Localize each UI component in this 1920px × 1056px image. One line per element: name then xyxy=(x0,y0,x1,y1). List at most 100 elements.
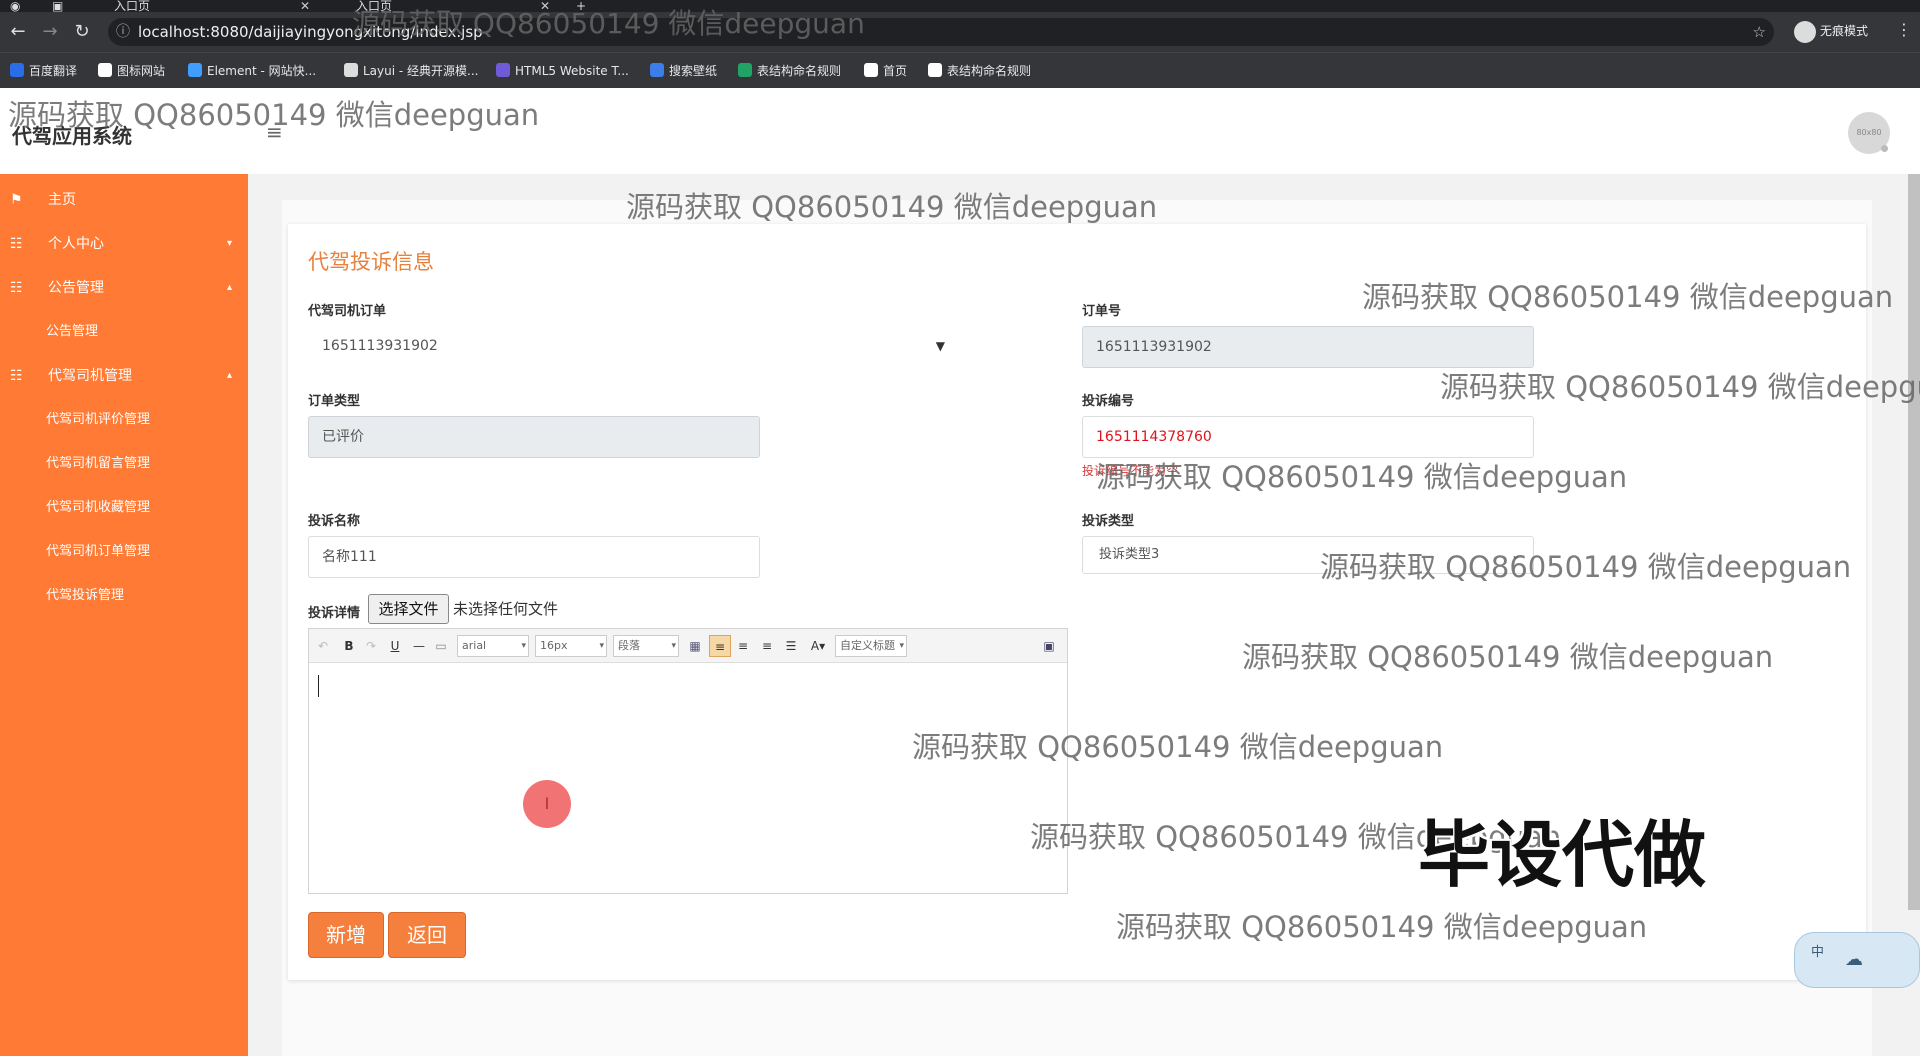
sidebar-item-label: 公告管理 xyxy=(48,280,104,296)
align-center-icon[interactable]: ≡ xyxy=(735,635,751,657)
align-left-icon[interactable]: ≡ xyxy=(709,635,731,657)
complaint-type-label: 投诉类型 xyxy=(1082,514,1135,529)
bookmark-favicon-icon xyxy=(344,63,358,77)
flag-icon: ⚑ xyxy=(10,192,23,208)
form-title: 代驾投诉信息 xyxy=(308,250,434,274)
incognito-label: 无痕模式 xyxy=(1820,24,1869,38)
detail-label: 投诉详情 xyxy=(308,606,361,621)
bookmark-label: 搜索壁纸 xyxy=(669,64,718,78)
bookmark-label: Element - 网站快... xyxy=(207,64,317,78)
browser-menu-icon[interactable]: ⋮ xyxy=(1896,20,1912,39)
tab-overview-icon[interactable]: ▣ xyxy=(52,0,70,12)
undo-icon[interactable]: ↶ xyxy=(315,635,331,657)
sidebar-item-notice-group[interactable]: ☷ 公告管理 ▴ xyxy=(0,266,248,310)
sidebar-subitem-notice[interactable]: 公告管理 xyxy=(0,310,248,354)
back-icon[interactable]: ← xyxy=(6,20,30,44)
align-right-icon[interactable]: ≡ xyxy=(759,635,775,657)
watermark: 源码获取 QQ86050149 微信deepguan xyxy=(1320,550,1852,584)
scrollbar[interactable] xyxy=(1908,174,1920,910)
sidebar-item-label: 代驾司机管理 xyxy=(48,368,132,384)
bookmark-item[interactable]: 表结构命名规则 xyxy=(928,62,1031,80)
driver-order-value: 1651113931902 xyxy=(322,338,438,354)
ime-widget[interactable]: 中 ☁ xyxy=(1794,932,1920,988)
sidebar-item-label: 代驾司机订单管理 xyxy=(46,544,151,559)
sidebar-subitem-driver-message[interactable]: 代驾司机留言管理 xyxy=(0,442,248,486)
incognito-indicator[interactable]: 无痕模式 xyxy=(1794,16,1868,46)
fullscreen-icon[interactable]: ▣ xyxy=(1041,635,1057,657)
bookmark-item[interactable]: 首页 xyxy=(864,62,907,80)
complaint-name-input[interactable]: 名称111 xyxy=(308,536,760,578)
bookmark-label: HTML5 Website T... xyxy=(515,64,629,78)
bookmark-label: 表结构命名规则 xyxy=(947,64,1032,78)
avatar[interactable]: 80x80 xyxy=(1848,112,1890,154)
align-justify-icon[interactable]: ☰ xyxy=(783,635,799,657)
sidebar-subitem-complaint[interactable]: 代驾投诉管理 xyxy=(0,574,248,618)
underline-icon[interactable]: U xyxy=(387,635,403,657)
close-tab-icon[interactable]: ✕ xyxy=(300,0,310,12)
order-no-value: 1651113931902 xyxy=(1096,339,1212,355)
bookmark-favicon-icon xyxy=(188,63,202,77)
complaint-type-value: 投诉类型3 xyxy=(1099,547,1160,562)
paragraph-select[interactable]: 段落 ▾ xyxy=(613,635,679,657)
bookmark-item[interactable]: Layui - 经典开源模... xyxy=(344,62,478,80)
bookmark-item[interactable]: 搜索壁纸 xyxy=(650,62,717,80)
promo-text: 毕设代做 xyxy=(1418,813,1707,897)
sidebar: ⚑ 主页 ☷ 个人中心 ▾ ☷ 公告管理 ▴ 公告管理 ☷ 代驾司机管理 ▴ 代… xyxy=(0,174,248,1056)
order-type-field[interactable]: 已评价 xyxy=(308,416,760,458)
site-info-icon[interactable]: ⓘ xyxy=(116,18,130,46)
sidebar-subitem-driver-order[interactable]: 代驾司机订单管理 xyxy=(0,530,248,574)
choose-file-button[interactable]: 选择文件 xyxy=(368,594,449,624)
order-no-field[interactable]: 1651113931902 xyxy=(1082,326,1534,368)
bookmark-item[interactable]: 图标网站 xyxy=(98,62,165,80)
bookmark-item[interactable]: Element - 网站快... xyxy=(188,62,316,80)
back-button[interactable]: 返回 xyxy=(388,912,466,958)
status-dot xyxy=(1881,145,1888,152)
dropdown-arrow-icon: ▾ xyxy=(521,641,526,651)
table-icon[interactable]: ▦ xyxy=(687,635,703,657)
address-bar: ← → ↻ ⓘ localhost:8080/daijiayingyongxit… xyxy=(0,12,1920,52)
browser-tab-1[interactable]: 入口页 ✕ xyxy=(92,0,310,12)
browser-menu-icon[interactable]: ◉ xyxy=(10,0,30,12)
order-type-label: 订单类型 xyxy=(308,394,361,409)
sidebar-item-label: 代驾司机评价管理 xyxy=(46,412,151,427)
bookmark-item[interactable]: 表结构命名规则 xyxy=(738,62,841,80)
bookmark-favicon-icon xyxy=(10,63,24,77)
reload-icon[interactable]: ↻ xyxy=(70,20,94,44)
complaint-no-value: 1651114378760 xyxy=(1096,429,1212,445)
add-button[interactable]: 新增 xyxy=(308,912,384,958)
sidebar-item-label: 个人中心 xyxy=(48,236,104,252)
complaint-no-field[interactable]: 1651114378760 xyxy=(1082,416,1534,458)
watermark: 源码获取 QQ86050149 微信deepguan xyxy=(912,730,1444,764)
bookmark-item[interactable]: HTML5 Website T... xyxy=(496,62,629,80)
order-no-label: 订单号 xyxy=(1082,304,1122,319)
complaint-no-label: 投诉编号 xyxy=(1082,394,1135,409)
font-size-select[interactable]: 16px ▾ xyxy=(535,635,607,657)
sidebar-item-home[interactable]: ⚑ 主页 xyxy=(0,178,248,222)
bookmark-item[interactable]: 百度翻译 xyxy=(10,62,77,80)
font-family-select[interactable]: arial ▾ xyxy=(457,635,529,657)
font-family-value: arial xyxy=(462,639,487,652)
order-type-value: 已评价 xyxy=(322,429,364,445)
sidebar-item-label: 代驾司机收藏管理 xyxy=(46,500,151,515)
sidebar-item-personal-center[interactable]: ☷ 个人中心 ▾ xyxy=(0,222,248,266)
sidebar-subitem-driver-favorite[interactable]: 代驾司机收藏管理 xyxy=(0,486,248,530)
horizontal-rule-icon[interactable]: — xyxy=(411,635,427,657)
forward-icon[interactable]: → xyxy=(38,20,62,44)
custom-title-value: 自定义标题 xyxy=(840,639,895,652)
custom-title-select[interactable]: 自定义标题 ▾ xyxy=(835,635,907,657)
bookmark-star-icon[interactable]: ☆ xyxy=(1753,18,1766,46)
paragraph-value: 段落 xyxy=(618,639,640,652)
sidebar-subitem-driver-review[interactable]: 代驾司机评价管理 xyxy=(0,398,248,442)
document-icon[interactable]: ▭ xyxy=(433,635,449,657)
bookmark-label: 表结构命名规则 xyxy=(757,64,842,78)
font-color-icon[interactable]: A▾ xyxy=(807,635,829,657)
sidebar-item-driver-group[interactable]: ☷ 代驾司机管理 ▴ xyxy=(0,354,248,398)
grid-icon: ☷ xyxy=(10,280,23,296)
sidebar-item-label: 代驾司机留言管理 xyxy=(46,456,151,471)
driver-order-select[interactable]: 1651113931902 ▼ xyxy=(308,325,958,367)
ime-mode-label: 中 xyxy=(1811,945,1825,960)
bold-icon[interactable]: B xyxy=(341,635,357,657)
text-caret xyxy=(318,675,319,697)
bookmark-favicon-icon xyxy=(650,63,664,77)
redo-icon[interactable]: ↷ xyxy=(363,635,379,657)
